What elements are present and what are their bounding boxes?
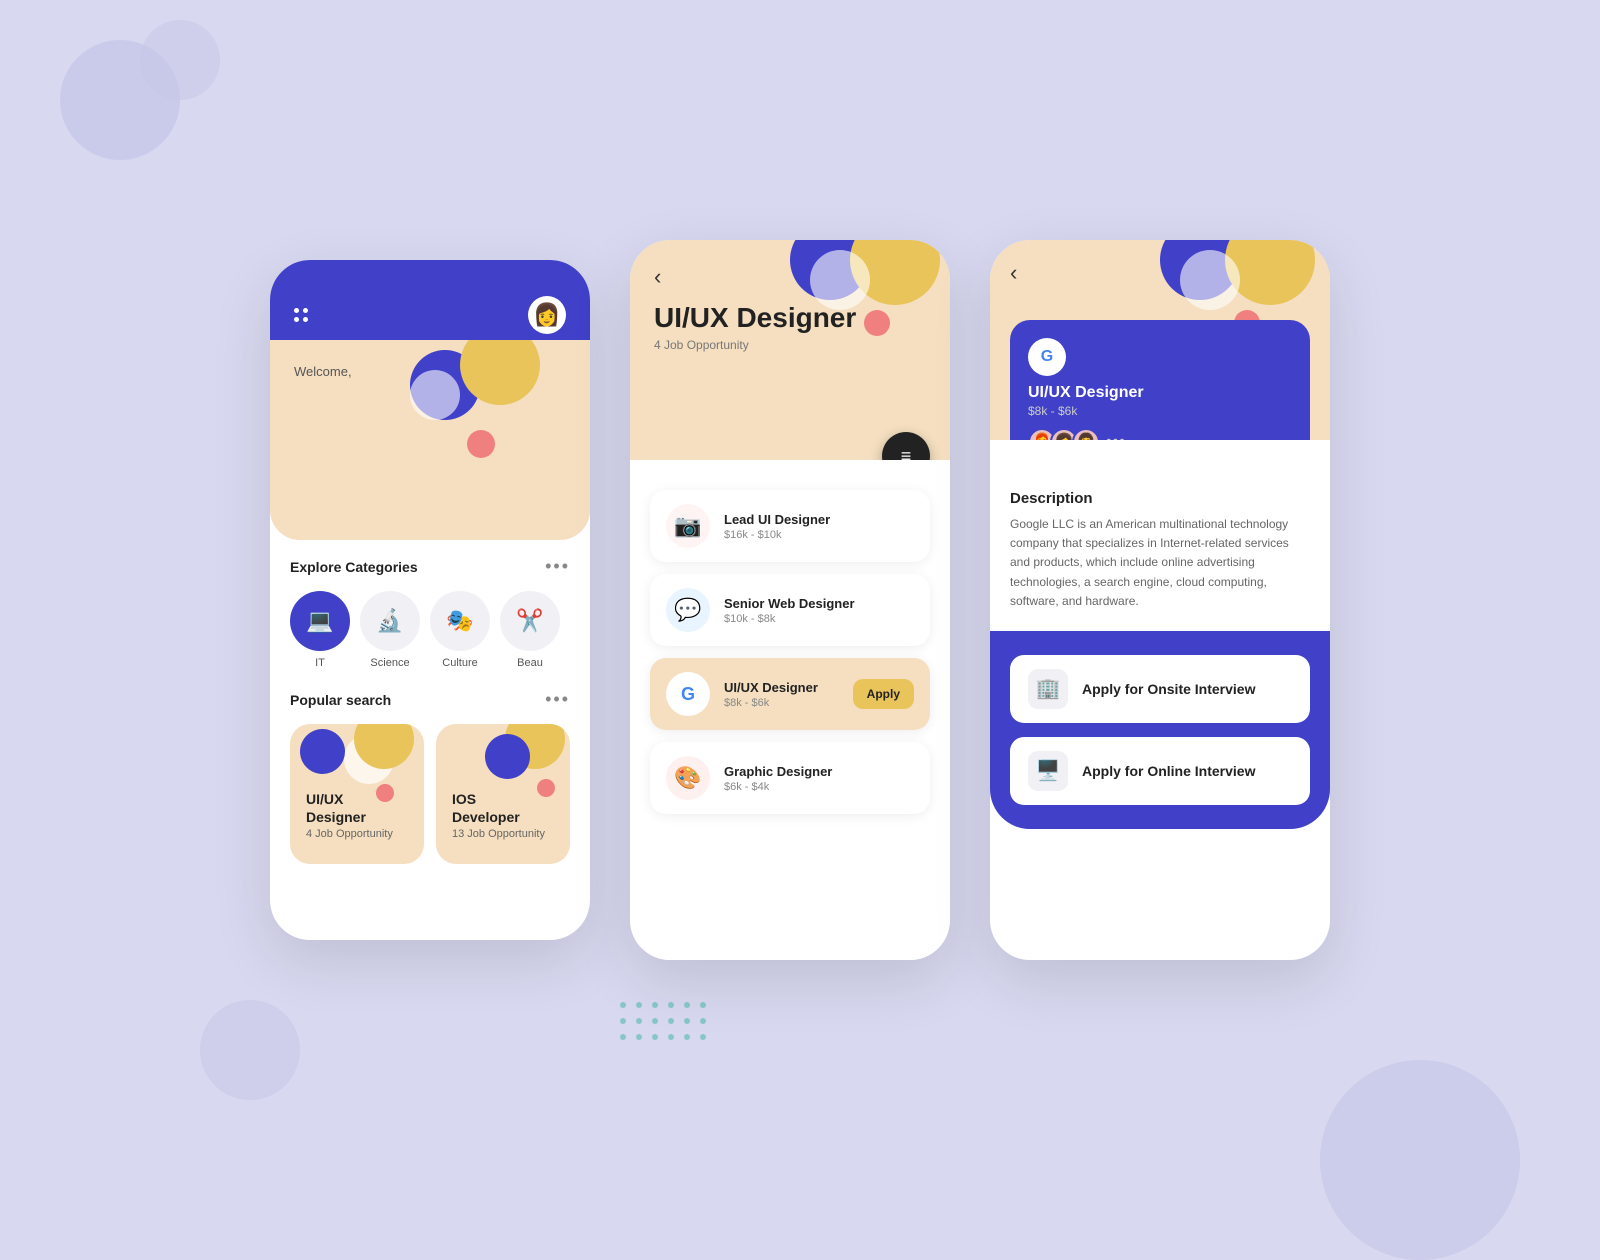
job-salary-3: $8k - $6k: [724, 697, 839, 709]
phone3-back-button[interactable]: ‹: [1010, 260, 1017, 286]
cat-icon-science: 🔬: [360, 591, 420, 651]
filter-button[interactable]: ≡: [882, 432, 930, 460]
online-icon: 🖥️: [1028, 751, 1068, 791]
job-title-4: Graphic Designer: [724, 764, 914, 779]
job-title-1: Lead UI Designer: [724, 512, 914, 527]
popular-card-title-1: UI/UXDesigner: [306, 790, 408, 826]
job-info-lead-ui: Lead UI Designer $16k - $10k: [724, 512, 914, 541]
category-culture[interactable]: 🎭 Culture: [430, 591, 490, 669]
job-title-2: Senior Web Designer: [724, 596, 914, 611]
applicants-more[interactable]: •••: [1106, 433, 1126, 440]
phone2-back-button[interactable]: ‹: [654, 264, 661, 290]
phone2-hero: ‹ UI/UX Designer 4 Job Opportunity ≡: [630, 240, 950, 460]
phone2-subtitle: 4 Job Opportunity: [654, 338, 926, 352]
popular-card-ios[interactable]: IOSDeveloper 13 Job Opportunity: [436, 724, 570, 864]
popular-card-subtitle-1: 4 Job Opportunity: [306, 828, 408, 840]
cat-label-beauty: Beau: [517, 657, 543, 669]
categories-title: Explore Categories: [290, 559, 418, 575]
category-beauty[interactable]: ✂️ Beau: [500, 591, 560, 669]
job-salary-1: $16k - $10k: [724, 529, 914, 541]
dots-decoration: [620, 1002, 706, 1040]
online-interview-label: Apply for Online Interview: [1082, 763, 1255, 779]
cat-label-it: IT: [315, 657, 325, 669]
cat-label-science: Science: [370, 657, 409, 669]
job-salary-2: $10k - $8k: [724, 613, 914, 625]
job-salary-4: $6k - $4k: [724, 781, 914, 793]
popular-title: Popular search: [290, 692, 391, 708]
job-icon-graphic: 🎨: [666, 756, 710, 800]
applicants-row: 👩‍🦰 👩 👩‍🦱 •••: [1028, 428, 1292, 440]
job-card-senior-web[interactable]: 💬 Senior Web Designer $10k - $8k: [650, 574, 930, 646]
popular-card-subtitle-2: 13 Job Opportunity: [452, 828, 554, 840]
job-info-graphic: Graphic Designer $6k - $4k: [724, 764, 914, 793]
phone3-job-title: UI/UX Designer: [1028, 384, 1292, 402]
phone3-body: Description Google LLC is an American mu…: [990, 440, 1330, 611]
cat-label-culture: Culture: [442, 657, 477, 669]
google-logo: G: [1028, 338, 1066, 376]
applicant-avatar-3: 👩‍🦱: [1072, 428, 1100, 440]
categories-header: Explore Categories •••: [290, 556, 570, 577]
job-card-graphic[interactable]: 🎨 Graphic Designer $6k - $4k: [650, 742, 930, 814]
phone1-header: 👩: [270, 260, 590, 340]
phone3-job-card: G UI/UX Designer $8k - $6k 👩‍🦰 👩 👩‍🦱 •••: [1010, 320, 1310, 440]
phones-container: 👩 Welcome, Find your dream Job! Explore …: [270, 240, 1330, 960]
cat-icon-culture: 🎭: [430, 591, 490, 651]
onsite-icon: 🏢: [1028, 669, 1068, 709]
onsite-interview-button[interactable]: 🏢 Apply for Onsite Interview: [1010, 655, 1310, 723]
google-g: G: [1041, 348, 1053, 366]
onsite-interview-label: Apply for Onsite Interview: [1082, 681, 1255, 697]
job-icon-google: G: [666, 672, 710, 716]
categories-row: 💻 IT 🔬 Science 🎭 Culture ✂️ Beau: [290, 591, 570, 669]
job-card-uiux[interactable]: G UI/UX Designer $8k - $6k Apply: [650, 658, 930, 730]
avatar-emoji: 👩: [533, 302, 560, 328]
phone3-job-salary: $8k - $6k: [1028, 404, 1292, 418]
job-title-3: UI/UX Designer: [724, 680, 839, 695]
phone2: ‹ UI/UX Designer 4 Job Opportunity ≡ 📷 L…: [630, 240, 950, 960]
job-card-lead-ui[interactable]: 📷 Lead UI Designer $16k - $10k: [650, 490, 930, 562]
job-info-senior-web: Senior Web Designer $10k - $8k: [724, 596, 914, 625]
phone3: ‹ G UI/UX Designer $8k - $6k 👩‍🦰 👩 👩‍🦱 •…: [990, 240, 1330, 960]
popular-header: Popular search •••: [290, 689, 570, 710]
popular-more[interactable]: •••: [545, 689, 570, 710]
phone3-footer: 🏢 Apply for Onsite Interview 🖥️ Apply fo…: [990, 631, 1330, 829]
job-icon-skype: 💬: [666, 588, 710, 632]
avatar[interactable]: 👩: [528, 296, 566, 334]
description-title: Description: [1010, 490, 1310, 507]
description-text: Google LLC is an American multinational …: [1010, 515, 1310, 611]
phone3-hero: ‹ G UI/UX Designer $8k - $6k 👩‍🦰 👩 👩‍🦱 •…: [990, 240, 1330, 440]
cat-icon-beauty: ✂️: [500, 591, 560, 651]
category-it[interactable]: 💻 IT: [290, 591, 350, 669]
online-interview-button[interactable]: 🖥️ Apply for Online Interview: [1010, 737, 1310, 805]
phone1-body: Explore Categories ••• 💻 IT 🔬 Science 🎭 …: [270, 540, 590, 880]
popular-card-title-2: IOSDeveloper: [452, 790, 554, 826]
popular-card-uiux[interactable]: UI/UXDesigner 4 Job Opportunity: [290, 724, 424, 864]
phone2-job-list: 📷 Lead UI Designer $16k - $10k 💬 Senior …: [630, 460, 950, 960]
phone1-hero: Welcome, Find your dream Job!: [270, 340, 590, 540]
category-science[interactable]: 🔬 Science: [360, 591, 420, 669]
welcome-text: Welcome,: [294, 364, 566, 540]
phone1: 👩 Welcome, Find your dream Job! Explore …: [270, 260, 590, 940]
phone2-title: UI/UX Designer: [654, 302, 926, 334]
categories-more[interactable]: •••: [545, 556, 570, 577]
popular-grid: UI/UXDesigner 4 Job Opportunity IOSDevel…: [290, 724, 570, 864]
job-info-uiux: UI/UX Designer $8k - $6k: [724, 680, 839, 709]
job-icon-instagram: 📷: [666, 504, 710, 548]
menu-dots-icon[interactable]: [294, 308, 308, 322]
cat-icon-it: 💻: [290, 591, 350, 651]
apply-button[interactable]: Apply: [853, 679, 914, 709]
